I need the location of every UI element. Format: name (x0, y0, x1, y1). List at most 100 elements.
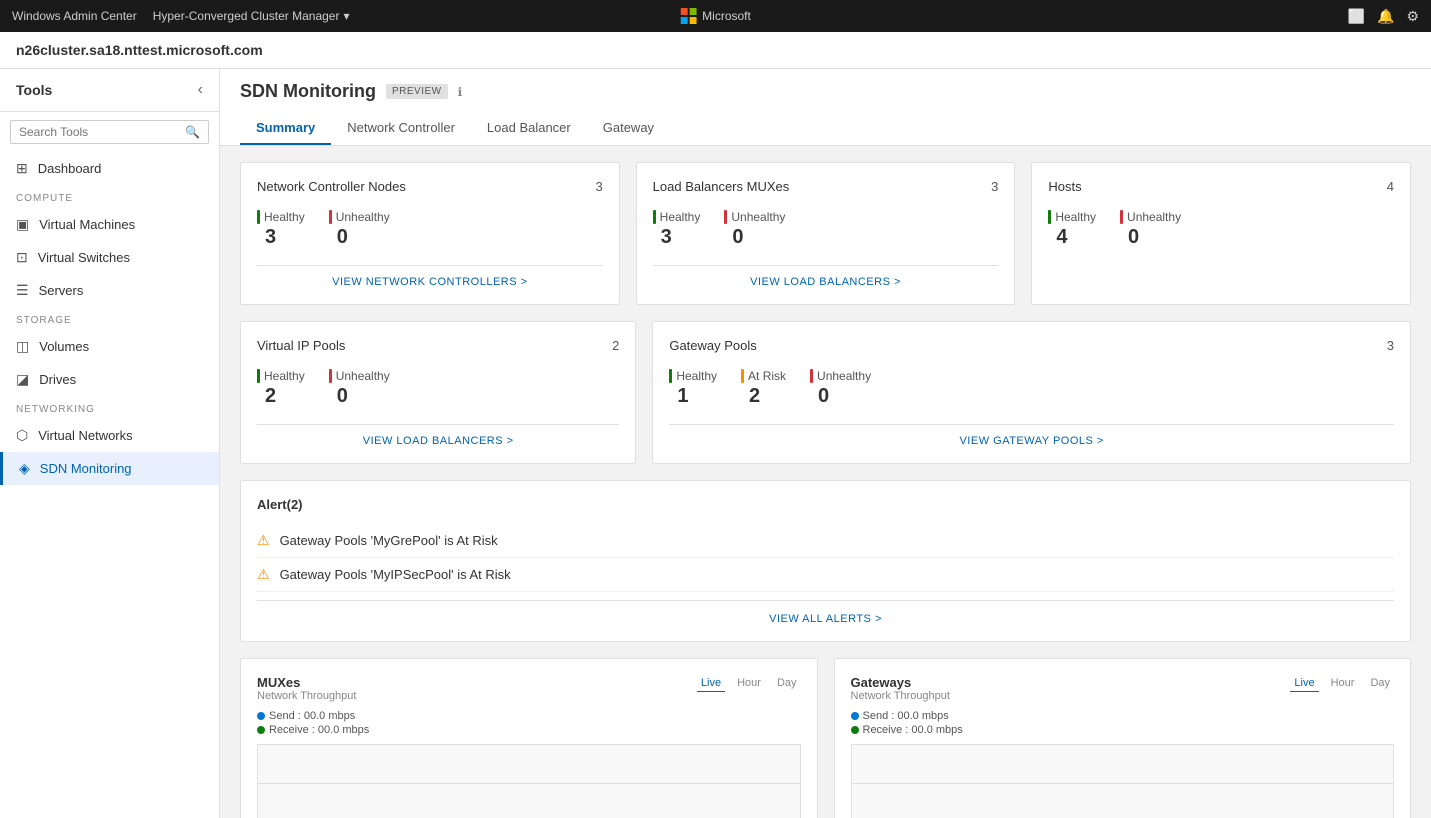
sidebar-item-label: SDN Monitoring (40, 461, 132, 476)
hosts-healthy-value: 4 (1048, 226, 1096, 249)
cluster-manager-chevron[interactable]: ▾ (343, 9, 349, 23)
sidebar-collapse-button[interactable]: ‹ (198, 81, 203, 99)
muxes-receive-label: Receive : 00.0 mbps (269, 724, 369, 736)
dashboard-icon: ⊞ (16, 160, 28, 177)
tab-gateway[interactable]: Gateway (587, 112, 670, 145)
chart-gateways-tab-live[interactable]: Live (1290, 675, 1318, 692)
gateways-receive-legend-dot (851, 726, 859, 734)
hosts-unhealthy-label: Unhealthy (1127, 210, 1181, 224)
chart-gateways-time-tabs: Live Hour Day (1290, 675, 1394, 692)
vip-unhealthy-value: 0 (329, 385, 390, 408)
hosts-unhealthy-indicator (1120, 210, 1123, 224)
muxes-receive-legend-dot (257, 726, 265, 734)
alerts-title: Alert(2) (257, 497, 1394, 512)
card-hosts: Hosts 4 Healthy 4 (1031, 162, 1411, 305)
tabs: Summary Network Controller Load Balancer… (240, 112, 1411, 145)
sidebar-item-virtual-switches[interactable]: ⊡ Virtual Switches (0, 241, 219, 274)
hosts-healthy-indicator (1048, 210, 1051, 224)
alert-text-1: Gateway Pools 'MyGrePool' is At Risk (280, 533, 498, 548)
gw-unhealthy-indicator (810, 369, 813, 383)
lb-healthy-label: Healthy (660, 210, 701, 224)
card-load-balancers-muxes: Load Balancers MUXes 3 Healthy 3 (636, 162, 1016, 305)
topbar: Windows Admin Center Hyper-Converged Clu… (0, 0, 1431, 32)
muxes-send-legend-dot (257, 712, 265, 720)
gw-at-risk-label: At Risk (748, 369, 786, 383)
networking-section-label: NETWORKING (0, 396, 219, 419)
sidebar-item-label: Dashboard (38, 161, 102, 176)
chart-muxes-area (257, 744, 801, 818)
chart-gateways-legend: Send : 00.0 mbps Receive : 00.0 mbps (851, 710, 1395, 736)
info-icon[interactable]: ℹ (458, 85, 463, 99)
card-nc-title: Network Controller Nodes (257, 179, 406, 194)
settings-icon[interactable]: ⚙ (1406, 8, 1419, 25)
sidebar-item-volumes[interactable]: ◫ Volumes (0, 330, 219, 363)
card-hosts-count: 4 (1387, 179, 1394, 194)
tab-network-controller[interactable]: Network Controller (331, 112, 471, 145)
compute-section-label: COMPUTE (0, 185, 219, 208)
lb-view-link[interactable]: VIEW LOAD BALANCERS > (653, 265, 999, 288)
sidebar-item-label: Drives (39, 372, 76, 387)
nc-healthy-label: Healthy (264, 210, 305, 224)
gw-view-link[interactable]: VIEW GATEWAY POOLS > (669, 424, 1394, 447)
cluster-manager-label: Hyper-Converged Cluster Manager ▾ (153, 9, 350, 23)
lb-unhealthy-label: Unhealthy (731, 210, 785, 224)
card-lb-title: Load Balancers MUXes (653, 179, 790, 194)
card-hosts-title: Hosts (1048, 179, 1081, 194)
app-title: Windows Admin Center (12, 9, 137, 23)
chart-muxes-tab-day[interactable]: Day (773, 675, 801, 692)
alert-warning-icon-1: ⚠ (257, 532, 270, 549)
chart-gateways-tab-day[interactable]: Day (1366, 675, 1394, 692)
card-gw-count: 3 (1387, 338, 1394, 353)
sidebar: Tools ‹ 🔍 ⊞ Dashboard COMPUTE ▣ Virtual … (0, 69, 220, 818)
cards-row-1: Network Controller Nodes 3 Healthy 3 (240, 162, 1411, 305)
sidebar-item-virtual-machines[interactable]: ▣ Virtual Machines (0, 208, 219, 241)
chart-gateways-subtitle: Network Throughput (851, 690, 950, 702)
nc-unhealthy-value: 0 (329, 226, 390, 249)
nc-unhealthy-indicator (329, 210, 332, 224)
sidebar-item-drives[interactable]: ◪ Drives (0, 363, 219, 396)
sidebar-item-dashboard[interactable]: ⊞ Dashboard (0, 152, 219, 185)
nc-view-link[interactable]: VIEW NETWORK CONTROLLERS > (257, 265, 603, 288)
chart-gateways-tab-hour[interactable]: Hour (1327, 675, 1359, 692)
chart-gateways: Gateways Network Throughput Live Hour Da… (834, 658, 1412, 818)
tab-summary[interactable]: Summary (240, 112, 331, 145)
gw-at-risk-indicator (741, 369, 744, 383)
sidebar-item-label: Virtual Switches (38, 250, 130, 265)
vswitch-icon: ⊡ (16, 249, 28, 266)
storage-section-label: STORAGE (0, 307, 219, 330)
chart-muxes-title: MUXes (257, 675, 356, 690)
microsoft-label: Microsoft (702, 9, 751, 23)
charts-row: MUXes Network Throughput Live Hour Day S… (240, 658, 1411, 818)
sidebar-item-servers[interactable]: ☰ Servers (0, 274, 219, 307)
gw-healthy-indicator (669, 369, 672, 383)
chart-muxes-subtitle: Network Throughput (257, 690, 356, 702)
chart-gateways-title: Gateways (851, 675, 950, 690)
gw-unhealthy-value: 0 (810, 385, 871, 408)
gw-at-risk-value: 2 (741, 385, 786, 408)
card-lb-count: 3 (991, 179, 998, 194)
chart-muxes: MUXes Network Throughput Live Hour Day S… (240, 658, 818, 818)
card-network-controller-nodes: Network Controller Nodes 3 Healthy 3 (240, 162, 620, 305)
chart-muxes-tab-live[interactable]: Live (697, 675, 725, 692)
vip-view-link[interactable]: VIEW LOAD BALANCERS > (257, 424, 619, 447)
nc-healthy-indicator (257, 210, 260, 224)
hosts-healthy-label: Healthy (1055, 210, 1096, 224)
notification-icon[interactable]: 🔔 (1377, 8, 1394, 25)
search-input[interactable] (19, 125, 185, 139)
page-title: SDN Monitoring (240, 81, 376, 102)
sidebar-item-label: Servers (39, 283, 84, 298)
search-icon: 🔍 (185, 125, 200, 139)
sidebar-item-sdn-monitoring[interactable]: ◈ SDN Monitoring (0, 452, 219, 485)
nc-healthy-value: 3 (257, 226, 305, 249)
view-all-alerts-link[interactable]: VIEW ALL ALERTS > (257, 600, 1394, 625)
vip-unhealthy-label: Unhealthy (336, 369, 390, 383)
sdn-monitoring-icon: ◈ (19, 460, 30, 477)
chart-muxes-tab-hour[interactable]: Hour (733, 675, 765, 692)
alerts-card: Alert(2) ⚠ Gateway Pools 'MyGrePool' is … (240, 480, 1411, 642)
monitor-icon[interactable]: ⬜ (1348, 8, 1365, 25)
volumes-icon: ◫ (16, 338, 29, 355)
search-box[interactable]: 🔍 (10, 120, 209, 144)
sidebar-title: Tools (16, 82, 52, 98)
sidebar-item-virtual-networks[interactable]: ⬡ Virtual Networks (0, 419, 219, 452)
tab-load-balancer[interactable]: Load Balancer (471, 112, 587, 145)
